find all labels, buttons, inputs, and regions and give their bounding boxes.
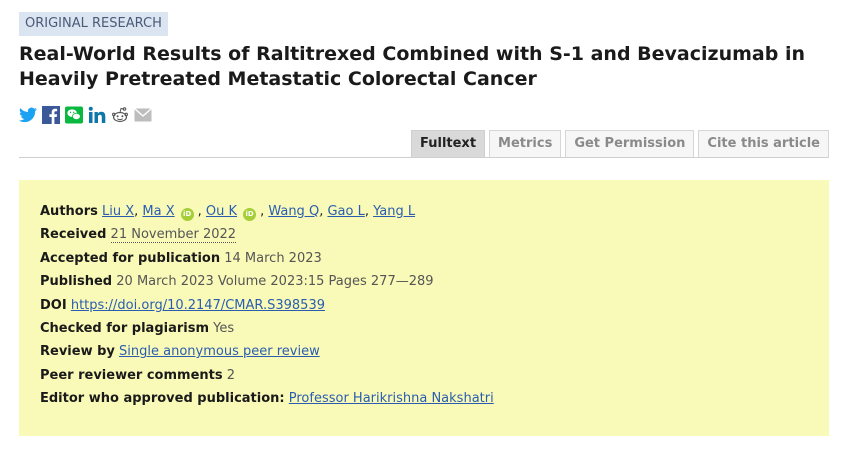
tabs-divider [19,157,829,158]
published-label: Published [40,274,113,290]
review-type-link[interactable]: Single anonymous peer review [119,344,320,359]
editor-link[interactable]: Professor Harikrishna Nakshatri [289,391,494,406]
authors-row: Authors Liu X, Ma XiD, Ou KiD, Wang Q, G… [40,204,416,221]
plagiarism-row: Checked for plagiarism Yes [40,317,494,340]
facebook-icon[interactable] [42,106,60,124]
published-row: Published 20 March 2023 Volume 2023:15 P… [40,270,494,293]
doi-row: DOI https://doi.org/10.2147/CMAR.S398539 [40,294,494,317]
tab-get-permission[interactable]: Get Permission [565,130,695,158]
author-link[interactable]: Ma X [142,204,174,219]
accepted-label: Accepted for publication [40,250,221,266]
author-link[interactable]: Wang Q [268,204,319,219]
received-date: 21 November 2022 [110,227,237,244]
wechat-icon[interactable] [65,106,83,124]
comments-label: Peer reviewer comments [40,367,223,383]
article-meta-panel: Authors Liu X, Ma XiD, Ou KiD, Wang Q, G… [19,180,829,436]
received-label: Received [40,227,107,243]
accepted-date: 14 March 2023 [224,250,322,266]
reddit-icon[interactable] [111,106,129,124]
review-row: Review by Single anonymous peer review [40,340,494,363]
plagiarism-value: Yes [213,320,235,336]
editor-label: Editor who approved publication: [40,391,285,407]
author-link[interactable]: Gao L [327,204,364,219]
tab-fulltext[interactable]: Fulltext [411,130,486,158]
linkedin-icon[interactable] [88,106,106,124]
comments-count: 2 [226,367,236,383]
tab-metrics[interactable]: Metrics [489,130,562,158]
doi-label: DOI [40,297,67,313]
tab-cite-article[interactable]: Cite this article [698,130,829,158]
authors-label: Authors [40,204,98,219]
orcid-icon[interactable]: iD [180,208,194,221]
author-link[interactable]: Ou K [206,204,237,219]
article-title: Real-World Results of Raltitrexed Combin… [19,43,805,90]
author-link[interactable]: Liu X [102,204,134,219]
orcid-icon[interactable]: iD [243,208,257,221]
comments-row: Peer reviewer comments 2 [40,364,494,387]
twitter-icon[interactable] [19,106,37,124]
published-info: 20 March 2023 Volume 2023:15 Pages 277—2… [116,274,434,290]
article-tabs: Fulltext Metrics Get Permission Cite thi… [411,130,829,158]
accepted-row: Accepted for publication 14 March 2023 [40,247,494,270]
author-link[interactable]: Yang L [373,204,415,219]
article-type-badge: ORIGINAL RESEARCH [19,12,168,36]
share-bar [19,106,152,124]
review-label: Review by [40,344,115,360]
email-icon[interactable] [134,106,152,124]
received-row: Received 21 November 2022 [40,223,494,246]
doi-link[interactable]: https://doi.org/10.2147/CMAR.S398539 [71,298,325,313]
editor-row: Editor who approved publication: Profess… [40,387,494,410]
plagiarism-label: Checked for plagiarism [40,320,210,336]
